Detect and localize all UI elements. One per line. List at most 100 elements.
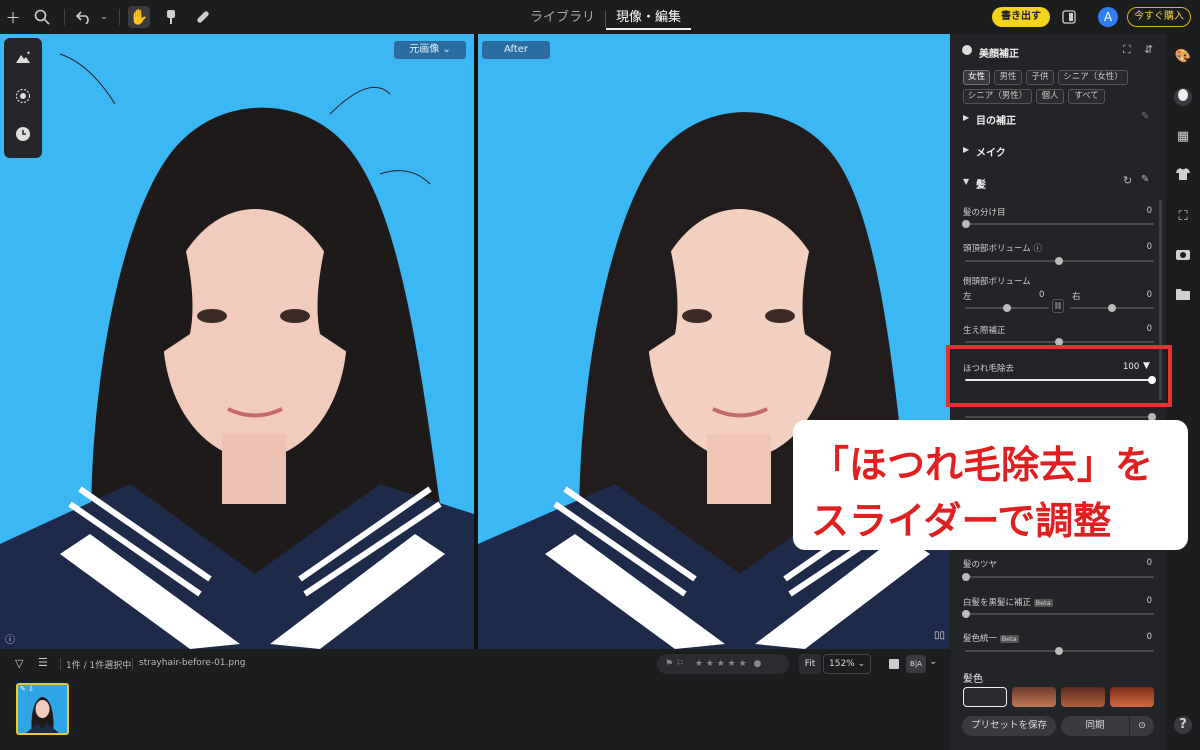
chevron-down-icon[interactable]: ⌄ xyxy=(93,6,115,28)
slider-side-left-knob[interactable] xyxy=(1003,304,1011,312)
sync-options-icon[interactable]: ⊙ xyxy=(1130,716,1154,736)
beta-badge: Beta xyxy=(999,635,1019,643)
fit-button[interactable]: Fit xyxy=(799,654,821,674)
slider-shine-knob[interactable] xyxy=(962,573,970,581)
chip-male[interactable]: 男性 xyxy=(994,70,1022,85)
folder-view-icon[interactable] xyxy=(1174,288,1192,306)
camera-icon[interactable] xyxy=(1174,248,1192,266)
hair-section-header[interactable]: 髪 xyxy=(976,176,986,191)
clothing-icon[interactable] xyxy=(1174,168,1192,186)
help-icon[interactable]: ⓘ xyxy=(1033,244,1042,254)
single-view-icon[interactable] xyxy=(889,659,899,669)
makeup-section-header[interactable]: メイク xyxy=(976,144,1006,159)
before-after-toggle[interactable]: B|A xyxy=(906,655,926,673)
chip-female[interactable]: 女性 xyxy=(963,70,990,85)
slider-shine-track[interactable] xyxy=(962,573,1154,581)
reset-icon[interactable]: ↻ xyxy=(1123,174,1132,187)
sync-button[interactable]: 同期 xyxy=(1061,716,1129,736)
face-detect-icon[interactable]: ⛶ xyxy=(1123,43,1131,57)
slider-gray-label: 白髪を黒髪に補正 Beta xyxy=(963,598,1053,608)
slider-unify-label: 髪色統一 Beta xyxy=(963,634,1019,644)
zoom-select[interactable]: 152% ⌄ xyxy=(823,654,871,674)
palette-icon[interactable]: 🎨 xyxy=(1174,48,1192,66)
hair-color-swatch-copper[interactable] xyxy=(1110,687,1154,707)
compare-view-icon[interactable]: ▯▯ xyxy=(934,630,945,641)
export-button[interactable]: 書き出す xyxy=(992,7,1050,27)
photo-thumbnail[interactable]: ✎ ⇩ xyxy=(16,683,69,735)
help-icon[interactable]: ? xyxy=(1174,716,1192,734)
edit-icon[interactable]: ✎ xyxy=(1141,111,1149,122)
buy-now-button[interactable]: 今すぐ購入 xyxy=(1127,7,1191,27)
avatar[interactable]: A xyxy=(1098,7,1118,27)
slider-gray-knob[interactable] xyxy=(962,610,970,618)
color-label-icon[interactable]: ● xyxy=(754,659,762,669)
crop-icon[interactable]: ⛶ xyxy=(1174,208,1192,226)
filter-icon[interactable]: ▽ xyxy=(15,657,23,670)
face-icon xyxy=(962,45,972,55)
search-icon[interactable] xyxy=(31,6,53,28)
rating-bar[interactable]: ⚑ ⚐ ★ ★ ★ ★ ★ ● xyxy=(657,654,789,674)
chip-senior-female[interactable]: シニア（女性） xyxy=(1058,70,1128,85)
slider-hairline-track[interactable] xyxy=(965,338,1154,346)
slider-side-right-knob[interactable] xyxy=(1108,304,1116,312)
slider-crown-track[interactable] xyxy=(965,257,1154,265)
caret-down-icon[interactable]: ▼ xyxy=(963,177,969,186)
callout-line-1: 「ほつれ毛除去」を xyxy=(811,443,1154,487)
flag-icon[interactable]: ⚑ ⚐ xyxy=(665,659,684,669)
highlight-box xyxy=(946,345,1172,407)
before-after-divider[interactable] xyxy=(474,34,478,649)
slider-unify-knob[interactable] xyxy=(1055,647,1063,655)
slider-side-right-label: 右 xyxy=(1072,292,1081,302)
slider-crown-knob[interactable] xyxy=(1055,257,1063,265)
background-icon[interactable]: ▦ xyxy=(1174,128,1192,146)
history-icon[interactable] xyxy=(13,126,33,146)
undo-icon[interactable] xyxy=(73,6,95,28)
chevron-down-icon[interactable]: ⌄ xyxy=(929,656,937,667)
chip-all[interactable]: すべて xyxy=(1068,89,1105,104)
slider-hidden-track[interactable] xyxy=(965,413,1156,421)
star-rating[interactable]: ★ ★ ★ ★ ★ xyxy=(695,659,747,669)
before-label[interactable]: 元画像 ⌄ xyxy=(394,41,466,59)
compare-icon[interactable]: ⇵ xyxy=(1144,43,1153,56)
info-icon[interactable]: ⓘ xyxy=(5,631,15,646)
caret-right-icon[interactable]: ▶ xyxy=(963,145,969,154)
slider-shine-label: 髪のツヤ xyxy=(963,560,998,570)
bottom-bar: ▽ ☰ 1件 / 1件選択中 strayhair-before-01.png ⚑… xyxy=(0,649,950,679)
edit-icon[interactable]: ✎ xyxy=(1141,174,1149,185)
slider-gray-track[interactable] xyxy=(962,610,1154,618)
slider-part-track[interactable] xyxy=(962,220,1154,228)
chevron-down-icon: ⌄ xyxy=(442,44,451,55)
texture-icon[interactable] xyxy=(13,88,33,108)
hand-tool-icon[interactable]: ✋ xyxy=(128,6,150,28)
hair-color-swatch-none[interactable] xyxy=(963,687,1007,707)
auto-enhance-icon[interactable]: ✦ xyxy=(13,50,33,70)
left-tool-panel: ✦ xyxy=(4,38,42,158)
brush-icon[interactable] xyxy=(160,6,182,28)
sort-icon[interactable]: ☰ xyxy=(38,656,48,669)
add-icon[interactable]: ＋ xyxy=(2,6,24,28)
hair-color-title: 髪色 xyxy=(963,674,983,685)
slider-side-left-value: 0 xyxy=(1039,290,1045,300)
hair-color-swatch-auburn[interactable] xyxy=(1061,687,1105,707)
slider-side-left-track[interactable] xyxy=(965,304,1049,312)
tab-develop-edit[interactable]: 現像・編集 xyxy=(606,8,692,30)
bandage-icon[interactable] xyxy=(192,6,214,28)
beta-badge: Beta xyxy=(1033,599,1053,607)
file-name: strayhair-before-01.png xyxy=(139,658,246,668)
slider-part-knob[interactable] xyxy=(962,220,970,228)
face-retouch-icon[interactable] xyxy=(1174,88,1192,106)
caret-right-icon[interactable]: ▶ xyxy=(963,113,969,122)
export-panel-icon[interactable] xyxy=(1058,6,1080,28)
slider-unify-track[interactable] xyxy=(965,647,1154,655)
edited-badge-icon: ✎ ⇩ xyxy=(20,685,34,693)
slider-side-right-track[interactable] xyxy=(1070,304,1154,312)
chip-individual[interactable]: 個人 xyxy=(1036,89,1064,104)
link-icon[interactable]: ⛓ xyxy=(1052,299,1064,313)
tab-library[interactable]: ライブラリ xyxy=(520,8,605,30)
chip-senior-male[interactable]: シニア（男性） xyxy=(963,89,1032,104)
hair-color-swatch-brown[interactable] xyxy=(1012,687,1056,707)
slider-side-right-value: 0 xyxy=(1146,290,1152,300)
save-preset-button[interactable]: プリセットを保存 xyxy=(962,716,1056,736)
eye-section-header[interactable]: 目の補正 xyxy=(976,112,1016,127)
chip-child[interactable]: 子供 xyxy=(1026,70,1054,85)
